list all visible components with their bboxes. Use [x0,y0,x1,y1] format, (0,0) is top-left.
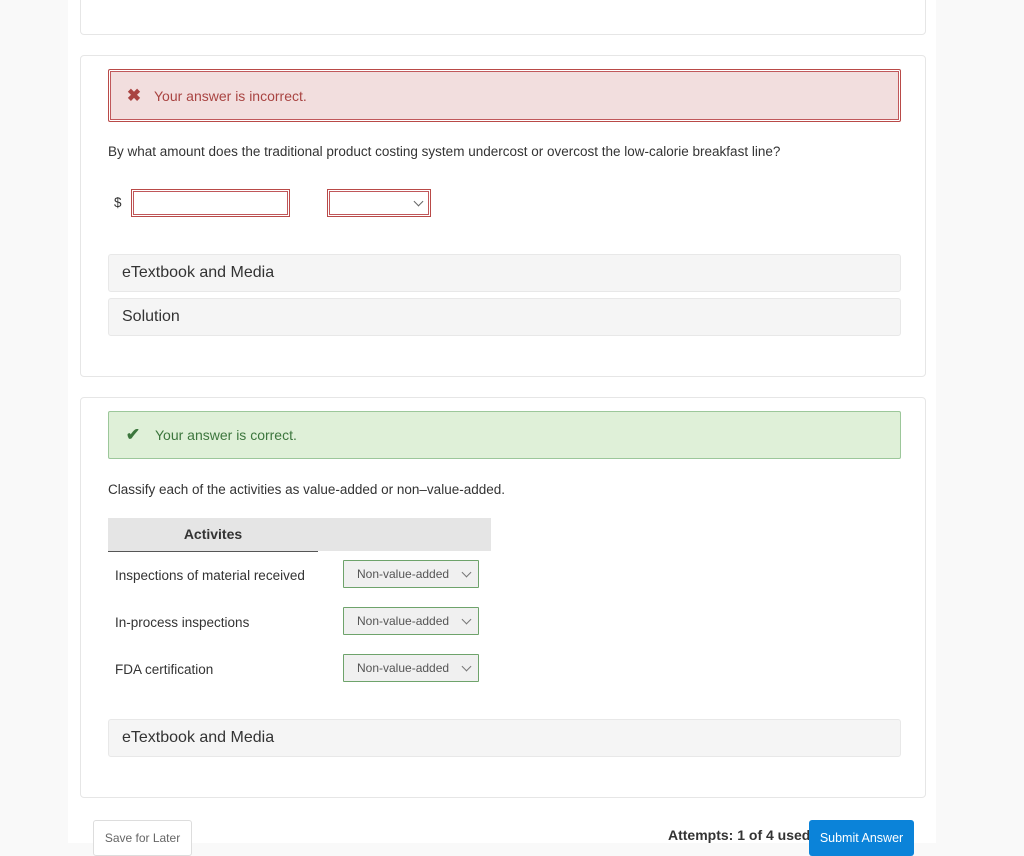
feedback-incorrect-banner: ✖ Your answer is incorrect. [108,69,901,122]
table-header-activities: Activites [108,518,318,552]
question-text: By what amount does the traditional prod… [108,144,781,159]
select-value: Non-value-added [357,567,450,581]
submit-answer-button[interactable]: Submit Answer [809,820,914,856]
previous-question-card [80,0,926,35]
chevron-down-icon [461,661,472,672]
classification-select-3[interactable]: Non-value-added [343,654,479,682]
attempts-counter: Attempts: 1 of 4 used [668,827,811,843]
amount-input[interactable] [131,189,290,217]
activity-label: FDA certification [115,662,214,677]
feedback-correct-text: Your answer is correct. [155,427,297,443]
select-value: Non-value-added [357,661,450,675]
activity-label: Inspections of material received [115,568,305,583]
question-text: Classify each of the activities as value… [108,482,505,497]
save-for-later-button[interactable]: Save for Later [93,820,192,856]
undercost-overcost-select[interactable] [327,189,431,217]
chevron-down-icon [461,614,472,625]
question-part-correct: ✔ Your answer is correct. Classify each … [80,397,926,798]
chevron-down-icon [413,196,424,207]
check-mark-icon: ✔ [125,425,141,444]
classification-select-1[interactable]: Non-value-added [343,560,479,588]
chevron-down-icon [461,567,472,578]
feedback-incorrect-text: Your answer is incorrect. [154,87,307,104]
etextbook-media-panel[interactable]: eTextbook and Media [108,254,901,292]
feedback-correct-banner: ✔ Your answer is correct. [108,411,901,459]
etextbook-media-panel[interactable]: eTextbook and Media [108,719,901,757]
classification-select-2[interactable]: Non-value-added [343,607,479,635]
activity-label: In-process inspections [115,615,250,630]
currency-symbol: $ [114,195,122,210]
select-value: Non-value-added [357,614,450,628]
x-mark-icon: ✖ [126,85,142,105]
solution-panel[interactable]: Solution [108,298,901,336]
question-part-incorrect: ✖ Your answer is incorrect. By what amou… [80,55,926,377]
